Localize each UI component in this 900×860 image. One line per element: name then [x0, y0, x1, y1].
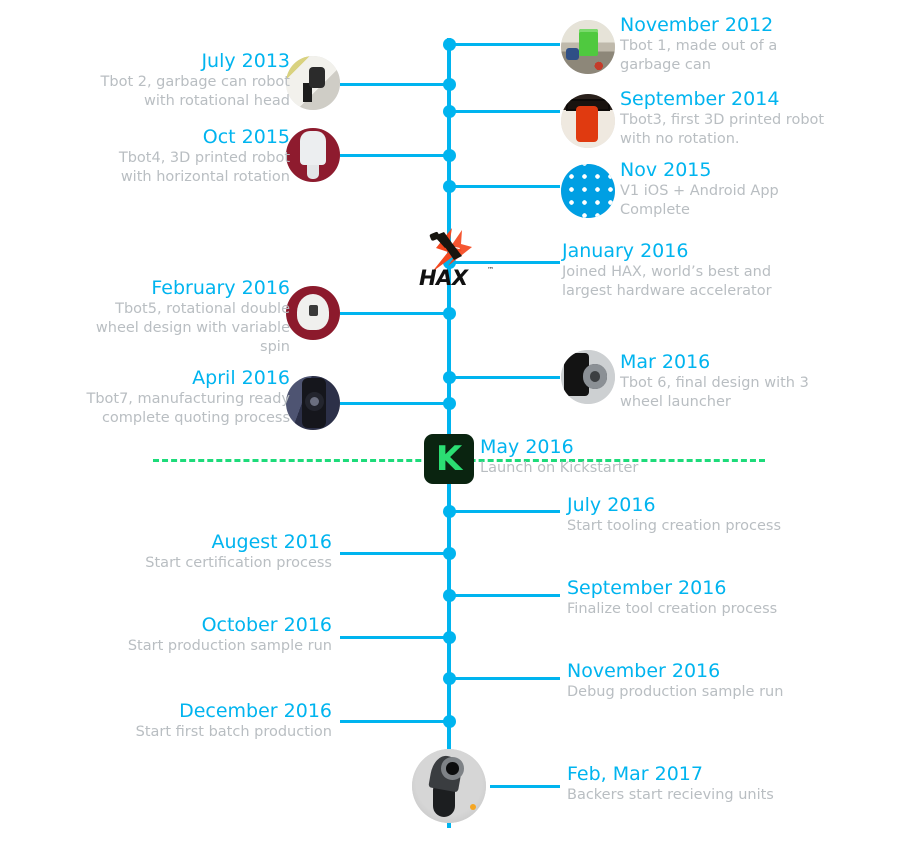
timeline-entry-february-2016[interactable]: February 2016 Tbot5, rotational double w…: [85, 277, 290, 357]
timeline-entry-augest-2016[interactable]: Augest 2016 Start certification process: [110, 531, 332, 573]
timeline-entry-november-2012[interactable]: November 2012 Tbot 1, made out of a garb…: [620, 14, 820, 75]
timeline-entry-feb-mar-2017[interactable]: Feb, Mar 2017 Backers start recieving un…: [567, 763, 797, 805]
entry-description: Finalize tool creation process: [567, 601, 778, 617]
connector-line: [455, 594, 560, 597]
timeline-entry-october-2016[interactable]: October 2016 Start production sample run: [110, 614, 332, 656]
timeline-entry-july-2013[interactable]: July 2013 Tbot 2, garbage can robot with…: [85, 50, 290, 111]
timeline-node[interactable]: [442, 671, 456, 685]
entry-date: October 2016: [201, 614, 332, 636]
connector-line: [340, 402, 452, 405]
tbot3-photo: [561, 94, 615, 148]
tbot2-photo: [286, 56, 340, 110]
connector-line: [340, 83, 452, 86]
entry-thumbnail-tbot6[interactable]: [561, 350, 615, 404]
timeline-node[interactable]: [442, 504, 456, 518]
final-product-photo: [412, 749, 486, 823]
app-icon: [561, 164, 615, 218]
tbot5-photo: [286, 286, 340, 340]
entry-date: July 2013: [201, 50, 290, 72]
connector-line: [340, 720, 452, 723]
timeline-node[interactable]: [442, 370, 456, 384]
entry-date: Nov 2015: [620, 159, 712, 181]
timeline-entry-oct-2015[interactable]: Oct 2015 Tbot4, 3D printed robot with ho…: [85, 126, 290, 187]
hax-trademark: ™: [487, 266, 494, 274]
connector-line: [340, 552, 452, 555]
connector-line: [340, 636, 452, 639]
connector-line: [455, 185, 560, 188]
hax-logo[interactable]: HAX ™: [418, 226, 494, 290]
kickstarter-badge[interactable]: K: [424, 434, 474, 484]
entry-date: December 2016: [179, 700, 332, 722]
timeline-entry-september-2016[interactable]: September 2016 Finalize tool creation pr…: [567, 577, 797, 619]
entry-thumbnail-tbot2[interactable]: [286, 56, 340, 110]
tbot6-photo: [561, 350, 615, 404]
entry-description: Start production sample run: [127, 638, 332, 654]
entry-thumbnail-tbot7[interactable]: [286, 376, 340, 430]
entry-description: Start tooling creation process: [567, 518, 782, 534]
timeline-node[interactable]: [442, 104, 456, 118]
connector-line: [490, 785, 560, 788]
entry-thumbnail-final-product[interactable]: [412, 749, 486, 823]
entry-thumbnail-tbot1[interactable]: [561, 20, 615, 74]
timeline-entry-november-2016[interactable]: November 2016 Debug production sample ru…: [567, 660, 797, 702]
entry-description: Tbot7, manufacturing ready complete quot…: [86, 391, 290, 426]
timeline-entry-july-2016[interactable]: July 2016 Start tooling creation process: [567, 494, 797, 536]
entry-description: Launch on Kickstarter: [480, 460, 639, 476]
entry-thumbnail-tbot4[interactable]: [286, 128, 340, 182]
entry-date: Augest 2016: [211, 531, 332, 553]
entry-description: Debug production sample run: [567, 684, 784, 700]
entry-date: January 2016: [562, 240, 689, 262]
entry-thumbnail-tbot5[interactable]: [286, 286, 340, 340]
timeline-entry-september-2014[interactable]: September 2014 Tbot3, first 3D printed r…: [620, 88, 830, 149]
entry-date: Feb, Mar 2017: [567, 763, 703, 785]
entry-description: Tbot4, 3D printed robot with horizontal …: [118, 150, 290, 185]
entry-thumbnail-tbot3[interactable]: [561, 94, 615, 148]
timeline-infographic: November 2012 Tbot 1, made out of a garb…: [0, 0, 900, 860]
entry-date: Mar 2016: [620, 351, 711, 373]
connector-line: [455, 110, 560, 113]
entry-description: Tbot 1, made out of a garbage can: [620, 38, 778, 73]
connector-line: [455, 376, 560, 379]
entry-thumbnail-app[interactable]: [561, 164, 615, 218]
timeline-entry-nov-2015[interactable]: Nov 2015 V1 iOS + Android App Complete: [620, 159, 820, 220]
connector-line: [455, 510, 560, 513]
connector-line: [455, 677, 560, 680]
entry-date: November 2016: [567, 660, 721, 682]
entry-description: Joined HAX, world’s best and largest har…: [562, 264, 772, 299]
entry-date: April 2016: [192, 367, 290, 389]
entry-date: Oct 2015: [202, 126, 290, 148]
product-lens-icon: [446, 762, 459, 775]
entry-date: July 2016: [567, 494, 656, 516]
timeline-entry-december-2016[interactable]: December 2016 Start first batch producti…: [110, 700, 332, 742]
entry-date: September 2014: [620, 88, 780, 110]
connector-line: [455, 43, 560, 46]
entry-description: Tbot 6, final design with 3 wheel launch…: [620, 375, 809, 410]
entry-date: May 2016: [480, 436, 574, 458]
tbot7-photo: [286, 376, 340, 430]
entry-description: Tbot5, rotational double wheel design wi…: [95, 301, 290, 355]
kickstarter-k-icon: K: [435, 439, 463, 479]
hax-wordmark: HAX: [419, 266, 468, 290]
entry-description: Backers start recieving units: [567, 787, 774, 803]
entry-description: Tbot 2, garbage can robot with rotationa…: [100, 74, 290, 109]
entry-description: Start certification process: [145, 555, 332, 571]
timeline-entry-may-2016[interactable]: May 2016 Launch on Kickstarter: [480, 436, 720, 478]
entry-date: November 2012: [620, 14, 774, 36]
timeline-entry-april-2016[interactable]: April 2016 Tbot7, manufacturing ready co…: [85, 367, 290, 428]
connector-line: [340, 154, 452, 157]
tbot1-photo: [561, 20, 615, 74]
entry-description: Tbot3, first 3D printed robot with no ro…: [620, 112, 825, 147]
entry-date: September 2016: [567, 577, 727, 599]
timeline-entry-january-2016[interactable]: January 2016 Joined HAX, world’s best an…: [562, 240, 797, 301]
connector-line: [340, 312, 452, 315]
timeline-node[interactable]: [442, 37, 456, 51]
entry-description: V1 iOS + Android App Complete: [620, 183, 779, 218]
timeline-node[interactable]: [442, 179, 456, 193]
entry-description: Start first batch production: [135, 724, 332, 740]
entry-date: February 2016: [151, 277, 290, 299]
timeline-node[interactable]: [442, 588, 456, 602]
tbot4-photo: [286, 128, 340, 182]
timeline-entry-mar-2016[interactable]: Mar 2016 Tbot 6, final design with 3 whe…: [620, 351, 820, 412]
